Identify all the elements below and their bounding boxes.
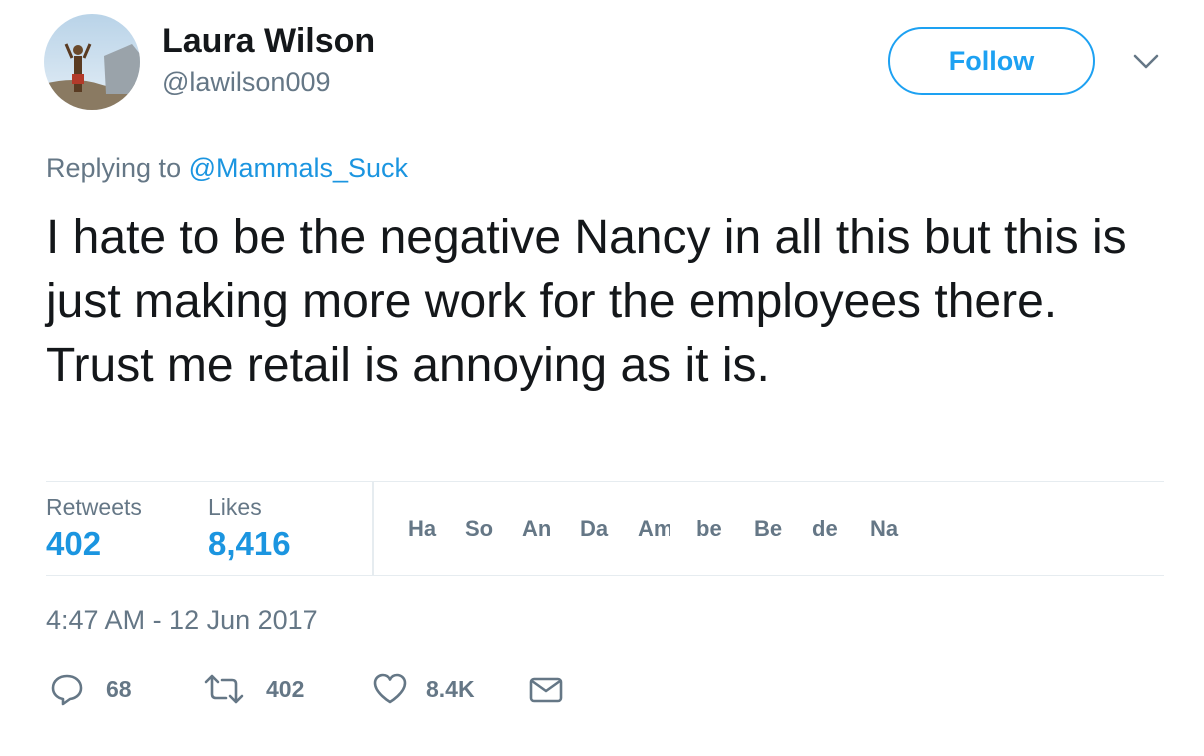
tweet-timestamp[interactable]: 4:47 AM - 12 Jun 2017	[46, 605, 318, 636]
follow-button[interactable]: Follow	[888, 27, 1095, 95]
retweet-button[interactable]: 402	[204, 672, 314, 708]
reply-count: 68	[106, 676, 132, 702]
direct-message-button[interactable]	[528, 672, 564, 708]
divider-bottom	[46, 575, 1164, 576]
tweet-text: I hate to be the negative Nancy in all t…	[46, 211, 1127, 392]
envelope-icon	[529, 677, 563, 703]
likes-count[interactable]: 8,416	[208, 525, 291, 563]
divider-top	[46, 481, 1164, 482]
reply-context: Replying to @Mammals_Suck	[46, 153, 408, 184]
retweets-count[interactable]: 402	[46, 525, 101, 563]
reply-mention-link[interactable]: @Mammals_Suck	[189, 153, 408, 183]
heart-icon	[373, 673, 407, 704]
retweets-label[interactable]: Retweets	[46, 494, 142, 521]
author-handle[interactable]: @lawilson009	[162, 67, 331, 98]
liker-avatar[interactable]: So	[465, 516, 495, 542]
liker-avatar[interactable]: An	[522, 516, 554, 542]
like-button[interactable]: 8.4K	[372, 672, 492, 708]
retweet-count: 402	[266, 676, 305, 702]
chevron-down-icon[interactable]	[1132, 52, 1160, 72]
liker-avatar[interactable]: be	[696, 516, 726, 542]
likes-label[interactable]: Likes	[208, 494, 262, 521]
stats-divider	[372, 481, 374, 575]
avatar-photo	[44, 14, 140, 110]
retweet-icon	[204, 674, 244, 704]
liker-avatar[interactable]: Am	[638, 516, 670, 542]
liker-avatar[interactable]: de	[812, 516, 842, 542]
liker-avatar[interactable]: Da	[580, 516, 612, 542]
liker-avatar[interactable]: Ha	[408, 516, 438, 542]
avatar[interactable]	[44, 14, 140, 110]
liker-avatar[interactable]: Na	[870, 516, 902, 542]
reply-context-prefix: Replying to	[46, 153, 189, 183]
reply-icon	[51, 674, 83, 706]
liker-avatar[interactable]: Be	[754, 516, 786, 542]
like-count: 8.4K	[426, 676, 475, 702]
author-name[interactable]: Laura Wilson	[162, 22, 375, 61]
reply-button[interactable]: 68	[50, 672, 140, 708]
